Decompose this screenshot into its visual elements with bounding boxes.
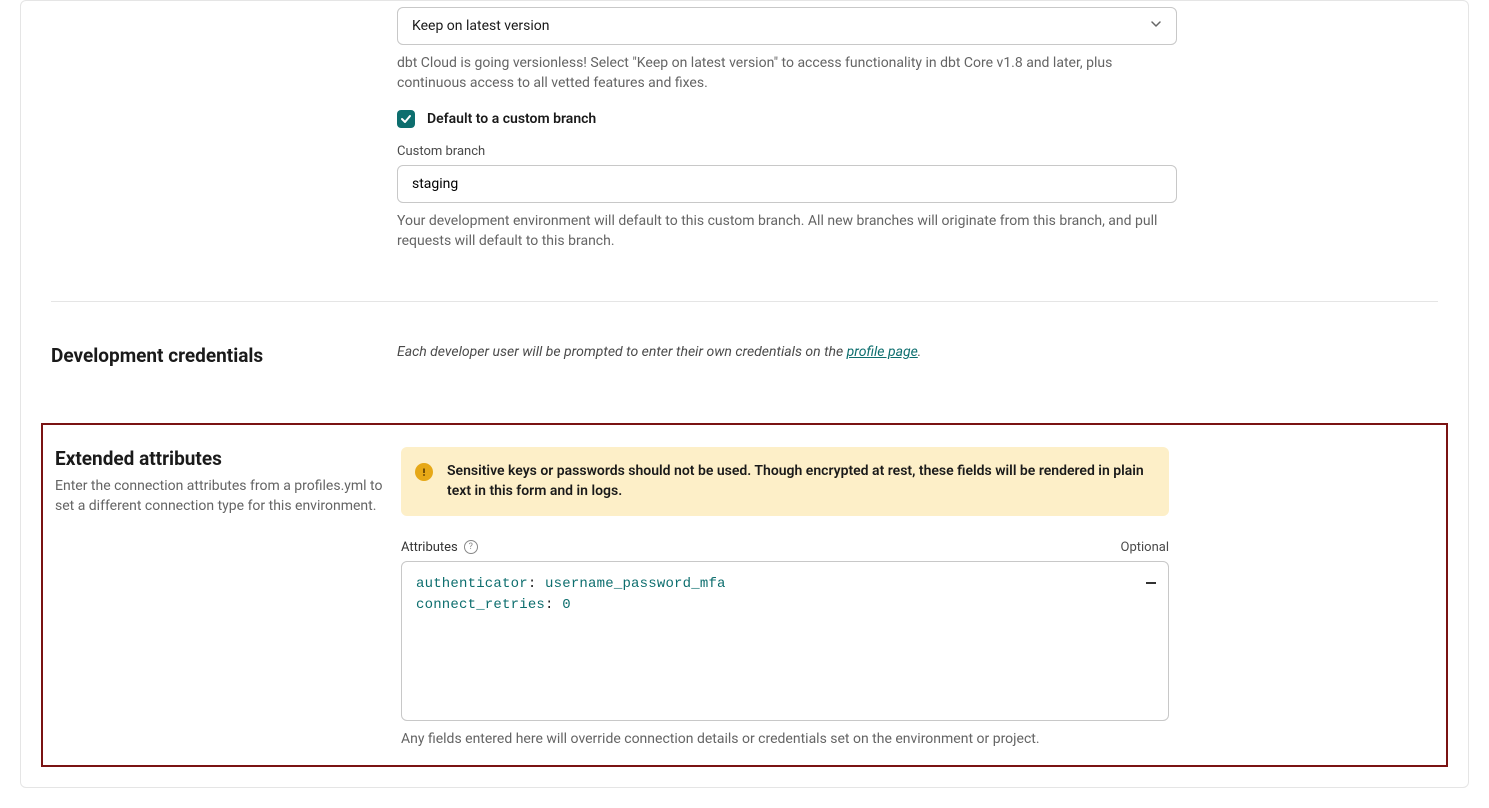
section-divider bbox=[51, 301, 1438, 302]
version-select[interactable]: Keep on latest version bbox=[397, 7, 1177, 45]
dev-credentials-title: Development credentials bbox=[51, 344, 391, 367]
custom-branch-help-text: Your development environment will defaul… bbox=[397, 211, 1177, 252]
custom-branch-checkbox[interactable] bbox=[397, 110, 415, 128]
cursor-mark bbox=[1146, 582, 1156, 584]
dev-credentials-desc: Each developer user will be prompted to … bbox=[397, 344, 921, 360]
code-line-1: authenticator: username_password_mfa bbox=[416, 574, 1154, 595]
attributes-help-text: Any fields entered here will override co… bbox=[401, 729, 1434, 749]
warning-icon bbox=[415, 463, 433, 481]
profile-page-link[interactable]: profile page bbox=[847, 344, 918, 360]
custom-branch-checkbox-label: Default to a custom branch bbox=[427, 111, 596, 127]
check-icon bbox=[400, 113, 412, 125]
attributes-label: Attributes bbox=[401, 540, 458, 555]
custom-branch-input[interactable] bbox=[397, 165, 1177, 203]
warning-text: Sensitive keys or passwords should not b… bbox=[447, 461, 1153, 502]
code-line-2: connect_retries: 0 bbox=[416, 595, 1154, 616]
extended-attributes-highlight: Extended attributes Enter the connection… bbox=[41, 423, 1448, 767]
extended-attributes-subtext: Enter the connection attributes from a p… bbox=[55, 476, 395, 517]
chevron-down-icon bbox=[1150, 18, 1162, 34]
version-select-value: Keep on latest version bbox=[412, 18, 549, 34]
warning-banner: Sensitive keys or passwords should not b… bbox=[401, 447, 1169, 516]
extended-attributes-title: Extended attributes bbox=[55, 447, 395, 470]
version-help-text: dbt Cloud is going versionless! Select "… bbox=[397, 53, 1177, 94]
attributes-textarea[interactable]: authenticator: username_password_mfa con… bbox=[401, 561, 1169, 721]
optional-label: Optional bbox=[1121, 540, 1169, 555]
custom-branch-field-label: Custom branch bbox=[397, 144, 1177, 159]
help-icon[interactable]: ? bbox=[464, 540, 478, 554]
